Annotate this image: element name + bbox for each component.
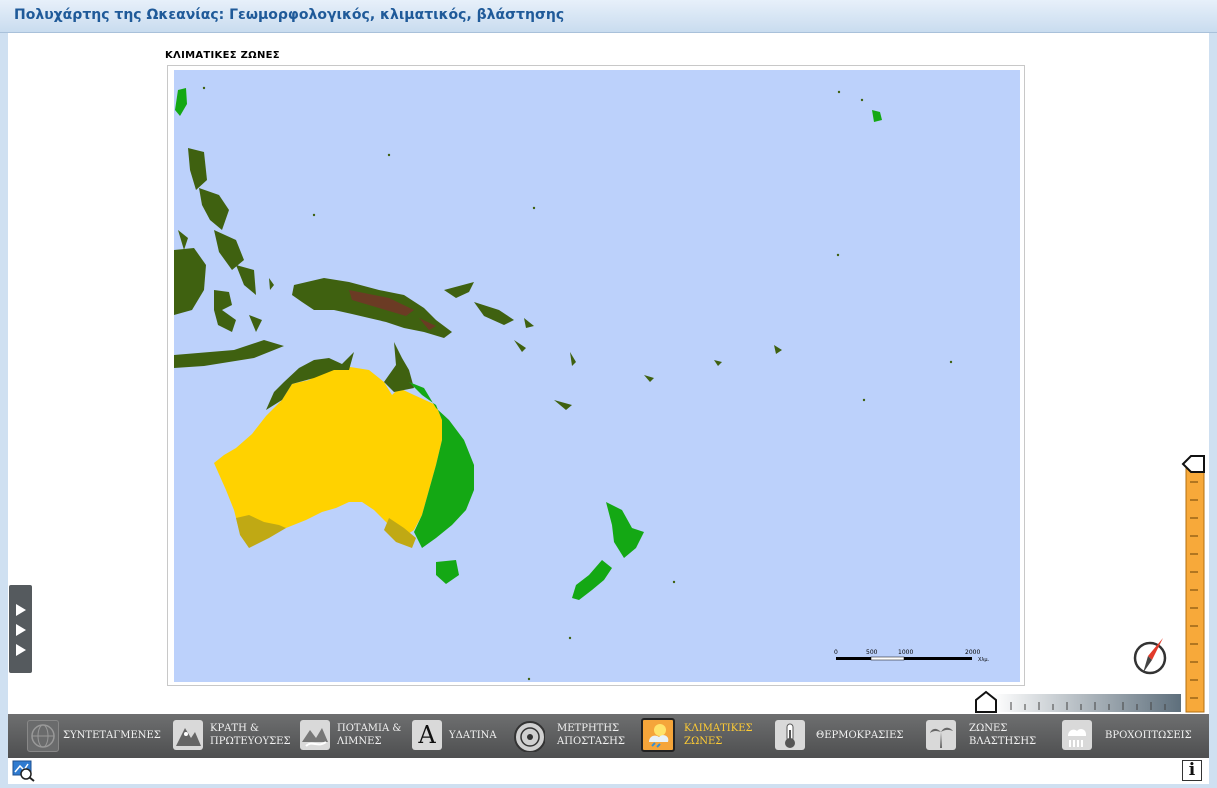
zoom-slider-vertical[interactable] <box>1180 452 1210 714</box>
info-button[interactable]: i <box>1182 760 1202 781</box>
toolbar-label-line1: ΖΩΝΕΣ <box>969 723 1008 734</box>
toolbar-label-line1: ΜΕΤΡΗΤΗΣ <box>557 723 620 734</box>
toolbar-temperatures[interactable]: ΘΕΡΜΟΚΡΑΣΙΕΣ <box>775 718 905 754</box>
distance-meter-icon <box>513 720 546 753</box>
rain-cloud-icon <box>1062 720 1092 750</box>
toolbar-label: ΘΕΡΜΟΚΡΑΣΙΕΣ <box>816 730 904 741</box>
toolbar-label: ΒΡΟΧΟΠΤΩΣΕΙΣ <box>1105 730 1192 741</box>
window-title: Πολυχάρτης της Ωκεανίας: Γεωμορφολογικός… <box>14 7 565 23</box>
expand-arrow-icon <box>16 604 26 616</box>
scale-unit: Χλμ. <box>978 657 990 663</box>
letter-a-icon: A <box>412 720 442 750</box>
expand-arrow-icon <box>16 644 26 656</box>
toolbar-vegetation-zones[interactable]: ΖΩΝΕΣ ΒΛΑΣΤΗΣΗΣ <box>926 718 1041 754</box>
toolbar-coordinates[interactable]: ΣΥΝΤΕΤΑΓΜΕΝΕΣ <box>27 718 167 754</box>
toolbar-rivers-lakes[interactable]: ΠΟΤΑΜΙΑ & ΛΙΜΝΕΣ <box>300 718 405 754</box>
toolbar-label: ΥΔΑΤΙΝΑ <box>449 730 497 741</box>
search-map-icon[interactable] <box>12 760 36 782</box>
rivers-lakes-icon <box>300 720 330 750</box>
toolbar-label-line2: ΛΙΜΝΕΣ <box>337 736 382 747</box>
zoom-slider-horizontal[interactable] <box>973 690 1183 714</box>
toolbar-water-bodies[interactable]: A ΥΔΑΤΙΝΑ <box>412 718 507 754</box>
scale-tick-2000: 2000 <box>965 649 980 656</box>
map-heading: ΚΛΙΜΑΤΙΚΕΣ ΖΩΝΕΣ <box>165 50 280 61</box>
scale-tick-500: 500 <box>866 649 878 656</box>
toolbar-label-line2: ΒΛΑΣΤΗΣΗΣ <box>969 736 1037 747</box>
compass-icon[interactable] <box>1133 636 1169 676</box>
side-panel-toggle[interactable] <box>9 585 32 673</box>
oceania-climate-map[interactable]: 0 500 1000 2000 Χλμ. <box>174 70 1020 682</box>
toolbar-states-capitals[interactable]: ΚΡΑΤΗ & ΠΡΩΤΕΥΟΥΣΕΣ <box>173 718 293 754</box>
toolbar-distance-meter[interactable]: ΜΕΤΡΗΤΗΣ ΑΠΟΣΤΑΣΗΣ <box>513 718 628 754</box>
toolbar-label-line1: ΠΟΤΑΜΙΑ & <box>337 723 402 734</box>
layers-toolbar: ΣΥΝΤΕΤΑΓΜΕΝΕΣ ΚΡΑΤΗ & ΠΡΩΤΕΥΟΥΣΕΣ ΠΟΤΑΜΙ… <box>8 714 1209 758</box>
title-bar: Πολυχάρτης της Ωκεανίας: Γεωμορφολογικός… <box>0 0 1217 33</box>
globe-grid-icon <box>27 720 59 752</box>
toolbar-label-line1: ΚΛΙΜΑΤΙΚΕΣ <box>684 723 753 734</box>
expand-arrow-icon <box>16 624 26 636</box>
scale-tick-0: 0 <box>834 649 838 656</box>
scale-tick-1000: 1000 <box>898 649 913 656</box>
toolbar-label-line2: ΑΠΟΣΤΑΣΗΣ <box>557 736 625 747</box>
toolbar-label-line2: ΖΩΝΕΣ <box>684 736 723 747</box>
toolbar-label: ΣΥΝΤΕΤΑΓΜΕΝΕΣ <box>63 730 161 741</box>
states-capitals-icon <box>173 720 203 750</box>
toolbar-label-line1: ΚΡΑΤΗ & <box>210 723 259 734</box>
toolbar-rainfall[interactable]: ΒΡΟΧΟΠΤΩΣΕΙΣ <box>1062 718 1192 754</box>
thermometer-icon <box>775 720 805 750</box>
palm-tree-icon <box>926 720 956 750</box>
climate-zones-icon <box>641 718 675 752</box>
toolbar-climate-zones[interactable]: ΚΛΙΜΑΤΙΚΕΣ ΖΩΝΕΣ <box>640 718 760 754</box>
toolbar-label-line2: ΠΡΩΤΕΥΟΥΣΕΣ <box>210 736 291 747</box>
